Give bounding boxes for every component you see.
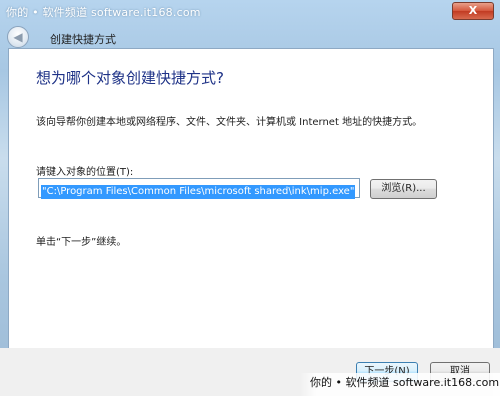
watermark-top: 你的 • 软件频道 software.it168.com [6, 6, 201, 19]
dialog-title: 创建快捷方式 [50, 33, 116, 46]
dialog-window: 你的 • 软件频道 software.it168.com X ◀ 创建快捷方式 … [0, 0, 500, 396]
back-arrow-icon: ◀ [13, 30, 23, 44]
continue-hint: 单击“下一步”继续。 [36, 237, 127, 248]
back-button[interactable]: ◀ [7, 26, 29, 48]
wizard-description: 该向导帮你创建本地或网络程序、文件、文件夹、计算机或 Internet 地址的快… [36, 117, 423, 128]
page-heading: 想为哪个对象创建快捷方式? [36, 69, 224, 87]
title-bar: 你的 • 软件频道 software.it168.com X [0, 0, 500, 22]
close-button[interactable]: X [452, 2, 494, 20]
browse-button[interactable]: 浏览(R)... [370, 179, 437, 199]
nav-bar: ◀ 创建快捷方式 [0, 22, 500, 48]
location-input-value: "C:\Program Files\Common Files\microsoft… [41, 185, 356, 199]
watermark-bottom: 你的 • 软件频道 software.it168.com [300, 373, 500, 396]
location-input[interactable]: "C:\Program Files\Common Files\microsoft… [38, 178, 360, 199]
location-label: 请键入对象的位置(T): [36, 167, 134, 178]
content-panel: 想为哪个对象创建快捷方式? 该向导帮你创建本地或网络程序、文件、文件夹、计算机或… [8, 48, 494, 350]
watermark-bottom-text: 你的 • 软件频道 software.it168.com [310, 376, 500, 389]
